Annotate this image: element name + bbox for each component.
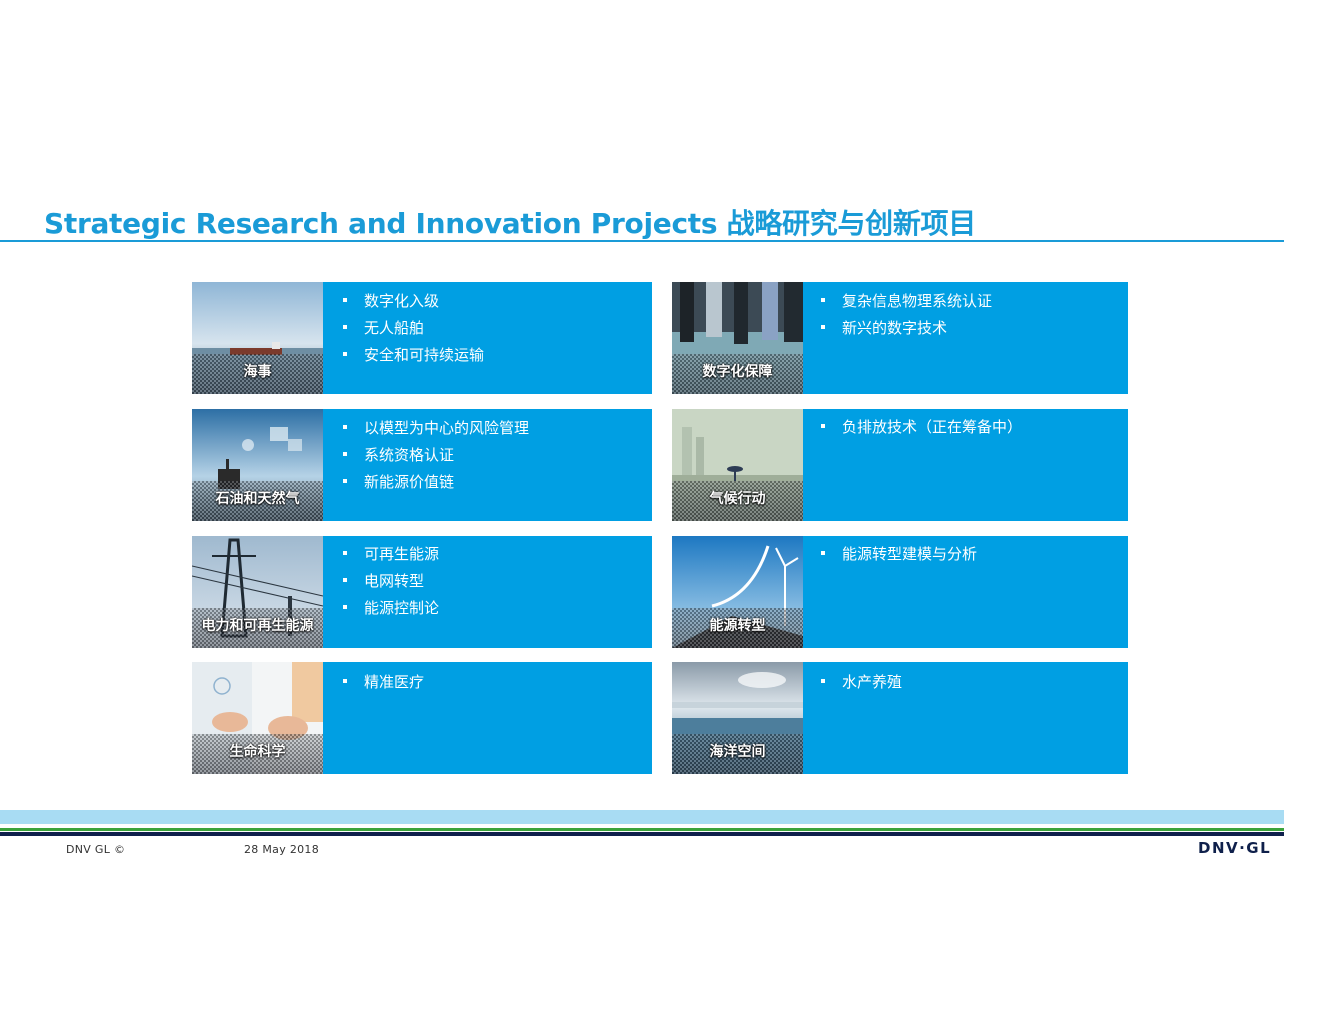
card-power-and-renewables[interactable]: 电力和可再生能源 可再生能源 电网转型 能源控制论 [192, 536, 652, 648]
card-maritime[interactable]: 海事 数字化入级 无人船舶 安全和可持续运输 [192, 282, 652, 394]
list-item: 可再生能源 [342, 544, 439, 571]
card-label: 数字化保障 [702, 364, 773, 380]
card-label: 生命科学 [229, 744, 286, 760]
list-item: 能源转型建模与分析 [820, 544, 977, 571]
list-item: 水产养殖 [820, 672, 902, 699]
card-label: 能源转型 [709, 618, 766, 634]
bullet-list: 精准医疗 [342, 672, 424, 699]
life-sciences-photo: 生命科学 [192, 662, 323, 774]
list-item: 精准医疗 [342, 672, 424, 699]
list-item: 新兴的数字技术 [820, 318, 992, 345]
digital-assurance-photo: 数字化保障 [672, 282, 803, 394]
bullet-list: 水产养殖 [820, 672, 902, 699]
card-digital-assurance[interactable]: 数字化保障 复杂信息物理系统认证 新兴的数字技术 [672, 282, 1128, 394]
card-climate-action[interactable]: 气候行动 负排放技术（正在筹备中） [672, 409, 1128, 521]
list-item: 新能源价值链 [342, 472, 529, 499]
page-title: Strategic Research and Innovation Projec… [44, 207, 976, 240]
dnv-gl-logo: DNV·GL [1198, 839, 1272, 857]
card-label: 海洋空间 [709, 744, 766, 760]
footer-copyright: DNV GL © [66, 843, 126, 856]
title-divider [0, 240, 1284, 242]
bullet-list: 以模型为中心的风险管理 系统资格认证 新能源价值链 [342, 418, 529, 499]
card-oil-and-gas[interactable]: 石油和天然气 以模型为中心的风险管理 系统资格认证 新能源价值链 [192, 409, 652, 521]
bullet-list: 负排放技术（正在筹备中） [820, 417, 1022, 444]
power-and-renewables-photo: 电力和可再生能源 [192, 536, 323, 648]
footer-band-green [0, 828, 1284, 831]
footer-band-light [0, 810, 1284, 824]
card-label: 气候行动 [709, 491, 766, 507]
list-item: 电网转型 [342, 571, 439, 598]
list-item: 安全和可持续运输 [342, 345, 484, 372]
oil-and-gas-photo: 石油和天然气 [192, 409, 323, 521]
footer-date: 28 May 2018 [244, 843, 320, 856]
climate-action-photo: 气候行动 [672, 409, 803, 521]
card-energy-transition[interactable]: 能源转型 能源转型建模与分析 [672, 536, 1128, 648]
maritime-photo: 海事 [192, 282, 323, 394]
card-label: 海事 [243, 364, 272, 380]
list-item: 系统资格认证 [342, 445, 529, 472]
list-item: 能源控制论 [342, 598, 439, 625]
bullet-list: 数字化入级 无人船舶 安全和可持续运输 [342, 291, 484, 372]
list-item: 以模型为中心的风险管理 [342, 418, 529, 445]
list-item: 负排放技术（正在筹备中） [820, 417, 1022, 444]
bullet-list: 复杂信息物理系统认证 新兴的数字技术 [820, 291, 992, 345]
list-item: 数字化入级 [342, 291, 484, 318]
card-life-sciences[interactable]: 生命科学 精准医疗 [192, 662, 652, 774]
card-ocean-space[interactable]: 海洋空间 水产养殖 [672, 662, 1128, 774]
footer-band-navy [0, 832, 1284, 836]
card-label: 石油和天然气 [215, 491, 300, 507]
card-label: 电力和可再生能源 [201, 618, 314, 634]
list-item: 复杂信息物理系统认证 [820, 291, 992, 318]
ocean-space-photo: 海洋空间 [672, 662, 803, 774]
list-item: 无人船舶 [342, 318, 484, 345]
energy-transition-photo: 能源转型 [672, 536, 803, 648]
bullet-list: 能源转型建模与分析 [820, 544, 977, 571]
bullet-list: 可再生能源 电网转型 能源控制论 [342, 544, 439, 625]
